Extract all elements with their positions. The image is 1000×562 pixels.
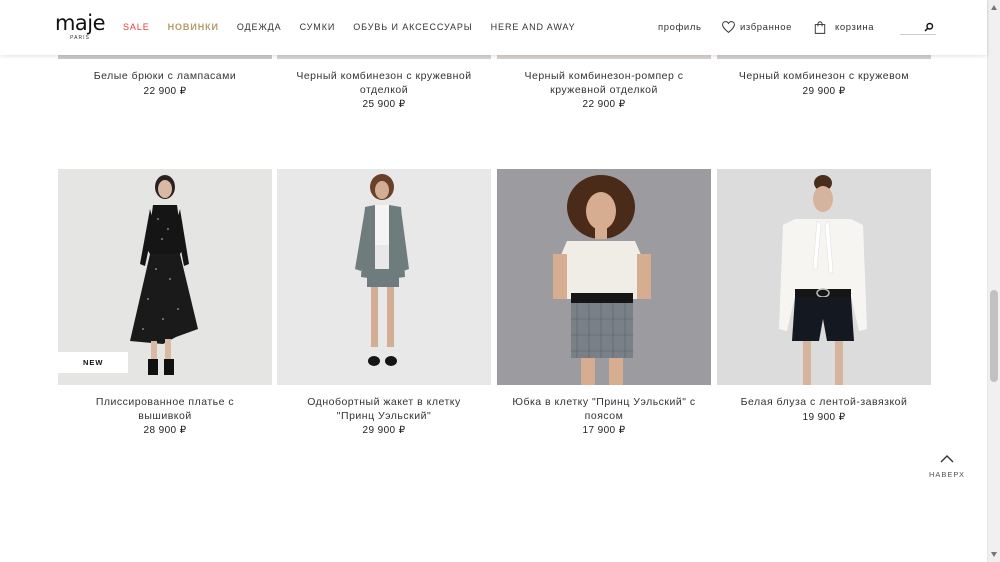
search-icon[interactable]	[924, 22, 934, 32]
product-image-cut[interactable]	[717, 55, 931, 59]
chevron-up-icon	[940, 455, 954, 463]
nav-clothing[interactable]: ОДЕЖДА	[237, 22, 282, 32]
cart-link[interactable]: корзина	[814, 21, 874, 34]
nav-here-and-away[interactable]: HERE AND AWAY	[491, 22, 576, 32]
model-illustration	[355, 174, 409, 366]
product-image-cut[interactable]	[497, 55, 711, 59]
product-image-cut[interactable]	[58, 55, 272, 59]
product-price: 29 900 ₽	[362, 425, 406, 436]
product-card[interactable]: Черный комбинезон с кружевом 29 900 ₽	[717, 70, 931, 98]
logo-subtitle: PARIS	[70, 35, 90, 41]
heart-icon	[722, 21, 735, 33]
product-card[interactable]: Белые брюки с лампасами 22 900 ₽	[58, 70, 272, 98]
product-card[interactable]: Юбка в клетку "Принц Уэльский" с поясом …	[497, 396, 711, 437]
product-card[interactable]: Плиссированное платье с вышивкой 28 900 …	[58, 396, 272, 437]
product-name[interactable]: Черный комбинезон-ромпер с кружевной отд…	[497, 70, 711, 97]
product-photo-jacket[interactable]	[277, 169, 491, 385]
product-name[interactable]: Черный комбинезон с кружевом	[717, 70, 931, 84]
product-card[interactable]: Черный комбинезон-ромпер с кружевной отд…	[497, 70, 711, 111]
scrollbar-thumb[interactable]	[990, 290, 998, 382]
model-illustration	[553, 175, 651, 385]
product-price: 28 900 ₽	[143, 425, 187, 436]
nav-sale[interactable]: SALE	[123, 22, 150, 32]
search-input[interactable]	[900, 21, 936, 35]
product-name[interactable]: Однобортный жакет в клетку "Принц Уэльск…	[277, 396, 491, 423]
product-image-cut[interactable]	[277, 55, 491, 59]
product-name[interactable]: Юбка в клетку "Принц Уэльский" с поясом	[497, 396, 711, 423]
nav-new-arrivals[interactable]: НОВИНКИ	[168, 22, 219, 32]
product-price: 25 900 ₽	[362, 99, 406, 110]
nav-bags[interactable]: СУМКИ	[300, 22, 336, 32]
favorites-link[interactable]: избранное	[722, 21, 792, 33]
favorites-label: избранное	[740, 21, 793, 33]
product-photo-blouse[interactable]	[717, 169, 931, 385]
nav-shoes-accessories[interactable]: ОБУВЬ И АКСЕССУАРЫ	[353, 22, 472, 32]
product-name[interactable]: Черный комбинезон с кружевной отделкой	[277, 70, 491, 97]
product-price: 17 900 ₽	[582, 425, 626, 436]
product-name[interactable]: Белые брюки с лампасами	[58, 70, 272, 84]
product-name[interactable]: Белая блуза с лентой-завязкой	[717, 396, 931, 410]
scroll-down-arrow-icon[interactable]	[991, 552, 997, 557]
product-price: 29 900 ₽	[802, 85, 846, 97]
back-to-top-label: НАВЕРХ	[928, 470, 966, 479]
main-nav: SALE НОВИНКИ ОДЕЖДА СУМКИ ОБУВЬ И АКСЕСС…	[123, 22, 576, 32]
back-to-top-button[interactable]: НАВЕРХ	[928, 450, 966, 479]
product-price: 19 900 ₽	[802, 411, 846, 423]
product-photo-skirt[interactable]	[497, 169, 711, 385]
shopping-bag-icon	[814, 21, 826, 34]
logo-word: maje	[54, 11, 106, 35]
site-header: maje PARIS SALE НОВИНКИ ОДЕЖДА СУМКИ ОБУ…	[0, 0, 987, 55]
scroll-up-arrow-icon[interactable]	[991, 5, 997, 10]
profile-link[interactable]: профиль	[658, 22, 702, 33]
model-illustration	[779, 175, 867, 385]
product-card[interactable]: Белая блуза с лентой-завязкой 19 900 ₽	[717, 396, 931, 424]
profile-label: профиль	[658, 22, 702, 33]
page-scrollbar[interactable]	[987, 0, 1000, 562]
product-card[interactable]: Черный комбинезон с кружевной отделкой 2…	[277, 70, 491, 111]
product-name[interactable]: Плиссированное платье с вышивкой	[58, 396, 272, 423]
product-price: 22 900 ₽	[143, 85, 187, 97]
maje-logo[interactable]: maje PARIS	[54, 12, 106, 41]
cart-label: корзина	[835, 22, 875, 33]
product-price: 22 900 ₽	[582, 99, 626, 110]
product-card[interactable]: Однобортный жакет в клетку "Принц Уэльск…	[277, 396, 491, 437]
new-badge: NEW	[58, 352, 128, 373]
